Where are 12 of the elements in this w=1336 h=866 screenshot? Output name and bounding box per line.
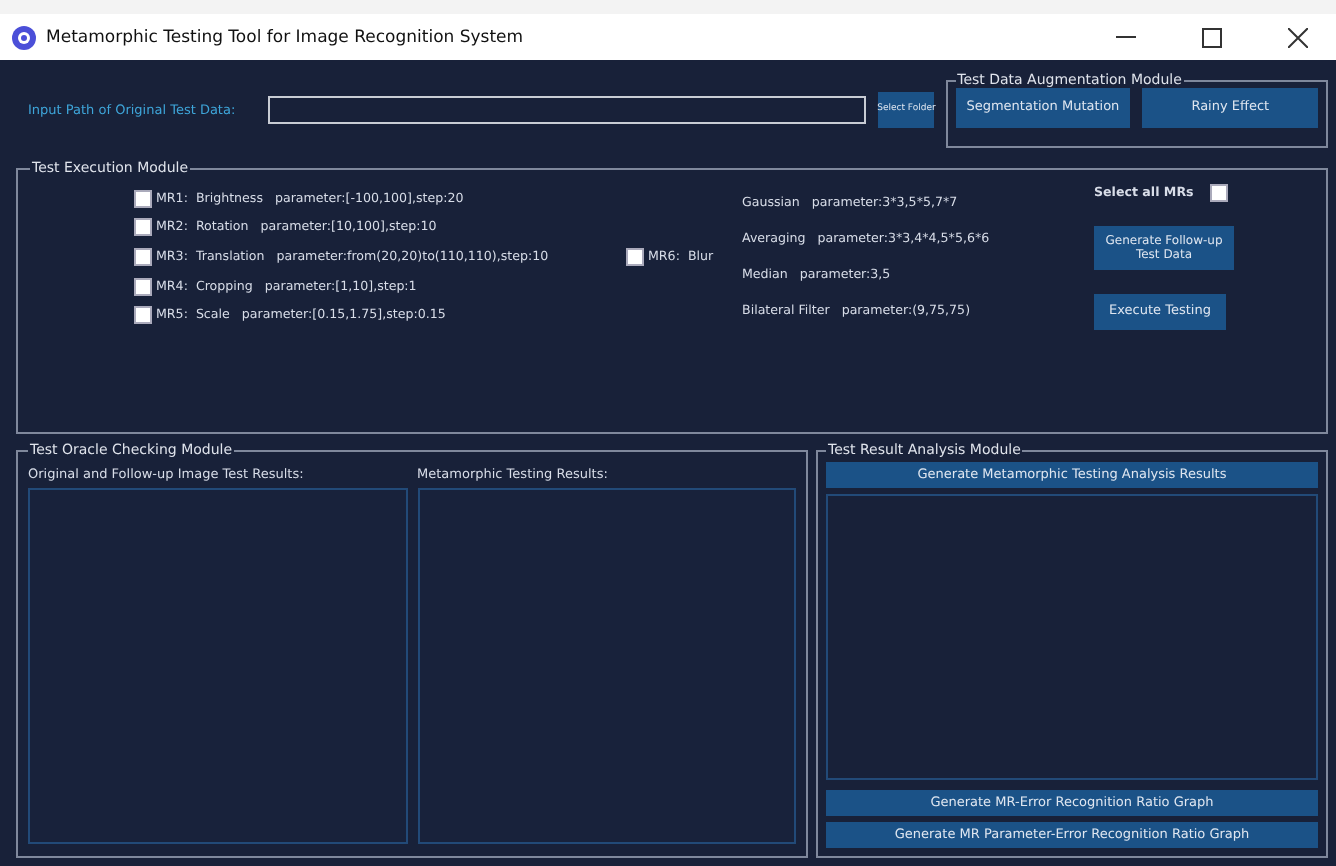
window-title: Metamorphic Testing Tool for Image Recognition System bbox=[46, 27, 526, 47]
input-field[interactable] bbox=[267, 96, 866, 124]
checkbox[interactable] bbox=[134, 277, 152, 296]
checkbox[interactable] bbox=[134, 218, 152, 237]
checkbox[interactable] bbox=[134, 189, 152, 208]
checkbox[interactable] bbox=[1209, 184, 1228, 202]
app-logo-icon bbox=[12, 25, 36, 49]
checkbox[interactable] bbox=[134, 306, 152, 325]
maximize-icon[interactable] bbox=[1202, 27, 1222, 47]
close-icon[interactable] bbox=[1288, 27, 1308, 47]
checkbox[interactable] bbox=[134, 247, 152, 266]
checkbox[interactable] bbox=[626, 248, 644, 266]
